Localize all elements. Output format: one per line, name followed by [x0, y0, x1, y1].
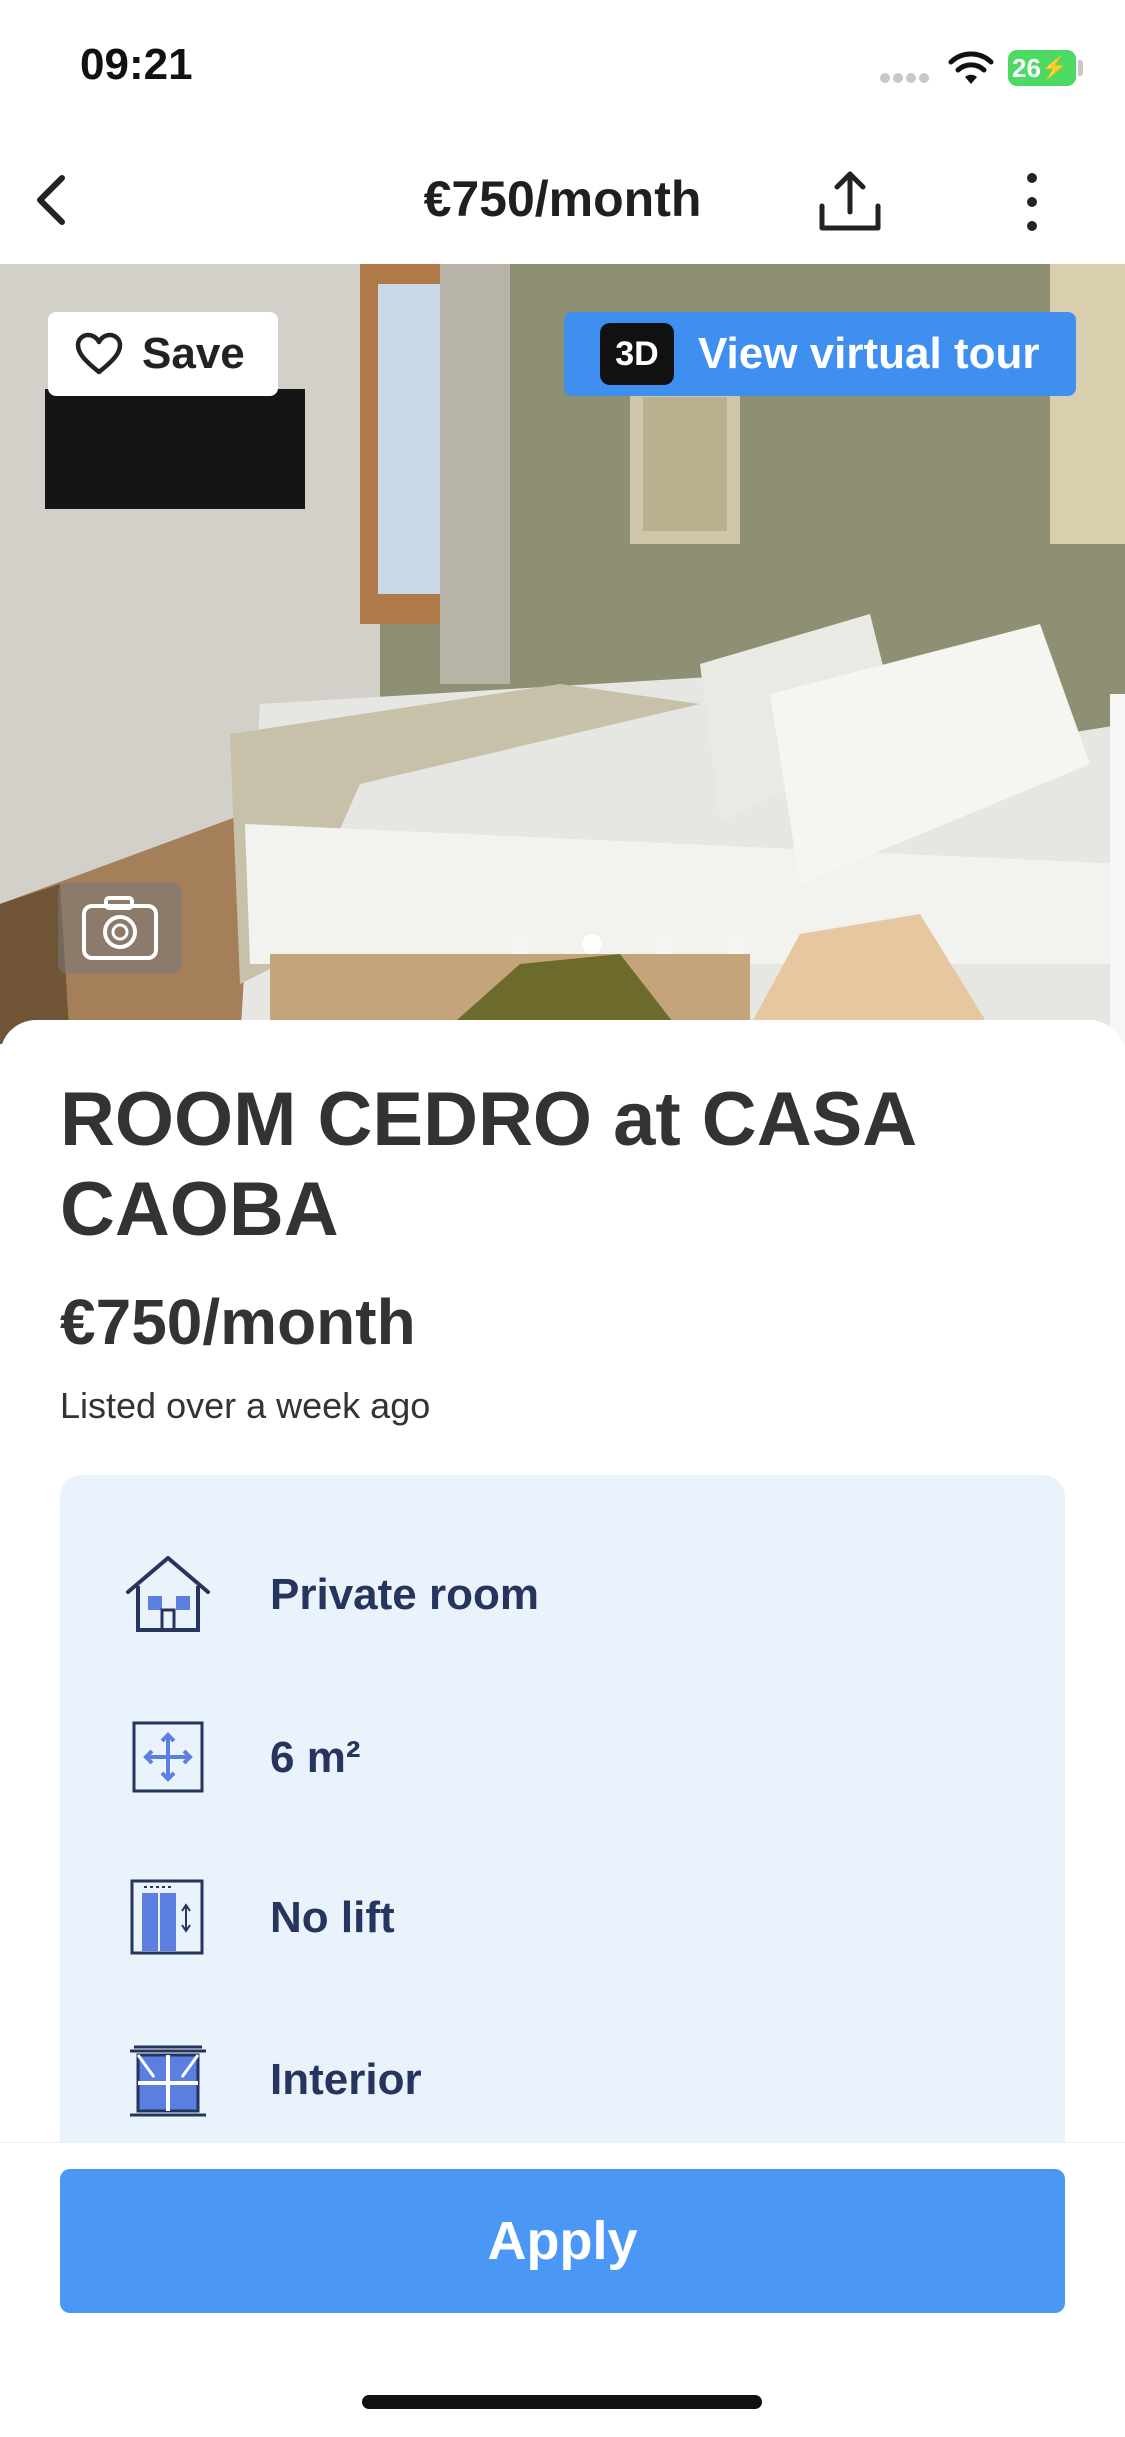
wifi-icon	[948, 51, 994, 84]
listing-photo[interactable]: Save 3D View virtual tour	[0, 264, 1125, 1044]
nav-title: €750/month	[423, 171, 702, 227]
more-options-icon[interactable]	[1000, 164, 1064, 240]
share-icon[interactable]	[810, 162, 890, 242]
listing-title: ROOM CEDRO at CASA CAOBA	[60, 1077, 915, 1252]
house-icon	[126, 1556, 210, 1632]
lift-icon	[130, 1879, 204, 1955]
save-label: Save	[142, 329, 245, 378]
camera-icon	[82, 896, 158, 960]
status-time: 09:21	[80, 40, 193, 89]
heart-icon	[75, 332, 123, 375]
feature-item: 6 m²	[60, 1693, 1065, 1813]
home-indicator[interactable]	[362, 2395, 762, 2409]
carousel-dot[interactable]	[654, 934, 674, 954]
nav-bar: €750/month	[0, 140, 1125, 264]
save-button[interactable]: Save	[48, 312, 278, 396]
feature-item: Interior	[60, 2015, 1065, 2135]
cellular-signal-icon	[880, 70, 936, 84]
feature-label-room-type: Private room	[270, 1570, 539, 1619]
carousel-dot[interactable]	[726, 934, 746, 954]
listing-date: Listed over a week ago	[60, 1385, 431, 1426]
apply-button[interactable]: Apply	[60, 2169, 1065, 2313]
feature-label-area: 6 m²	[270, 1733, 361, 1782]
feature-item: No lift	[60, 1853, 1065, 1973]
status-bar: 09:21 26 ⚡	[0, 0, 1125, 140]
battery-tip	[1078, 60, 1083, 76]
feature-label-lift: No lift	[270, 1893, 395, 1942]
virtual-tour-label: View virtual tour	[698, 329, 1040, 378]
carousel-indicator	[510, 934, 798, 954]
battery-level: 26	[1012, 52, 1041, 83]
carousel-dot[interactable]	[582, 934, 602, 954]
listing-details: ROOM CEDRO at CASA CAOBA €750/month List…	[0, 1020, 1125, 2175]
back-chevron-icon[interactable]	[18, 160, 88, 240]
window-icon	[130, 2045, 206, 2117]
3d-badge-icon: 3D	[600, 323, 674, 385]
virtual-tour-button[interactable]: 3D View virtual tour	[564, 312, 1076, 396]
feature-item: Private room	[60, 1530, 1065, 1650]
battery-indicator: 26 ⚡	[1008, 50, 1076, 86]
feature-label-orientation: Interior	[270, 2055, 422, 2104]
carousel-dot[interactable]	[510, 934, 530, 954]
features-panel: Private room 6 m² No lift Interior	[60, 1475, 1065, 2175]
photo-gallery-button[interactable]	[58, 882, 182, 974]
listing-price: €750/month	[60, 1286, 416, 1358]
area-icon	[132, 1721, 204, 1793]
bottom-action-bar: Apply	[0, 2142, 1125, 2437]
